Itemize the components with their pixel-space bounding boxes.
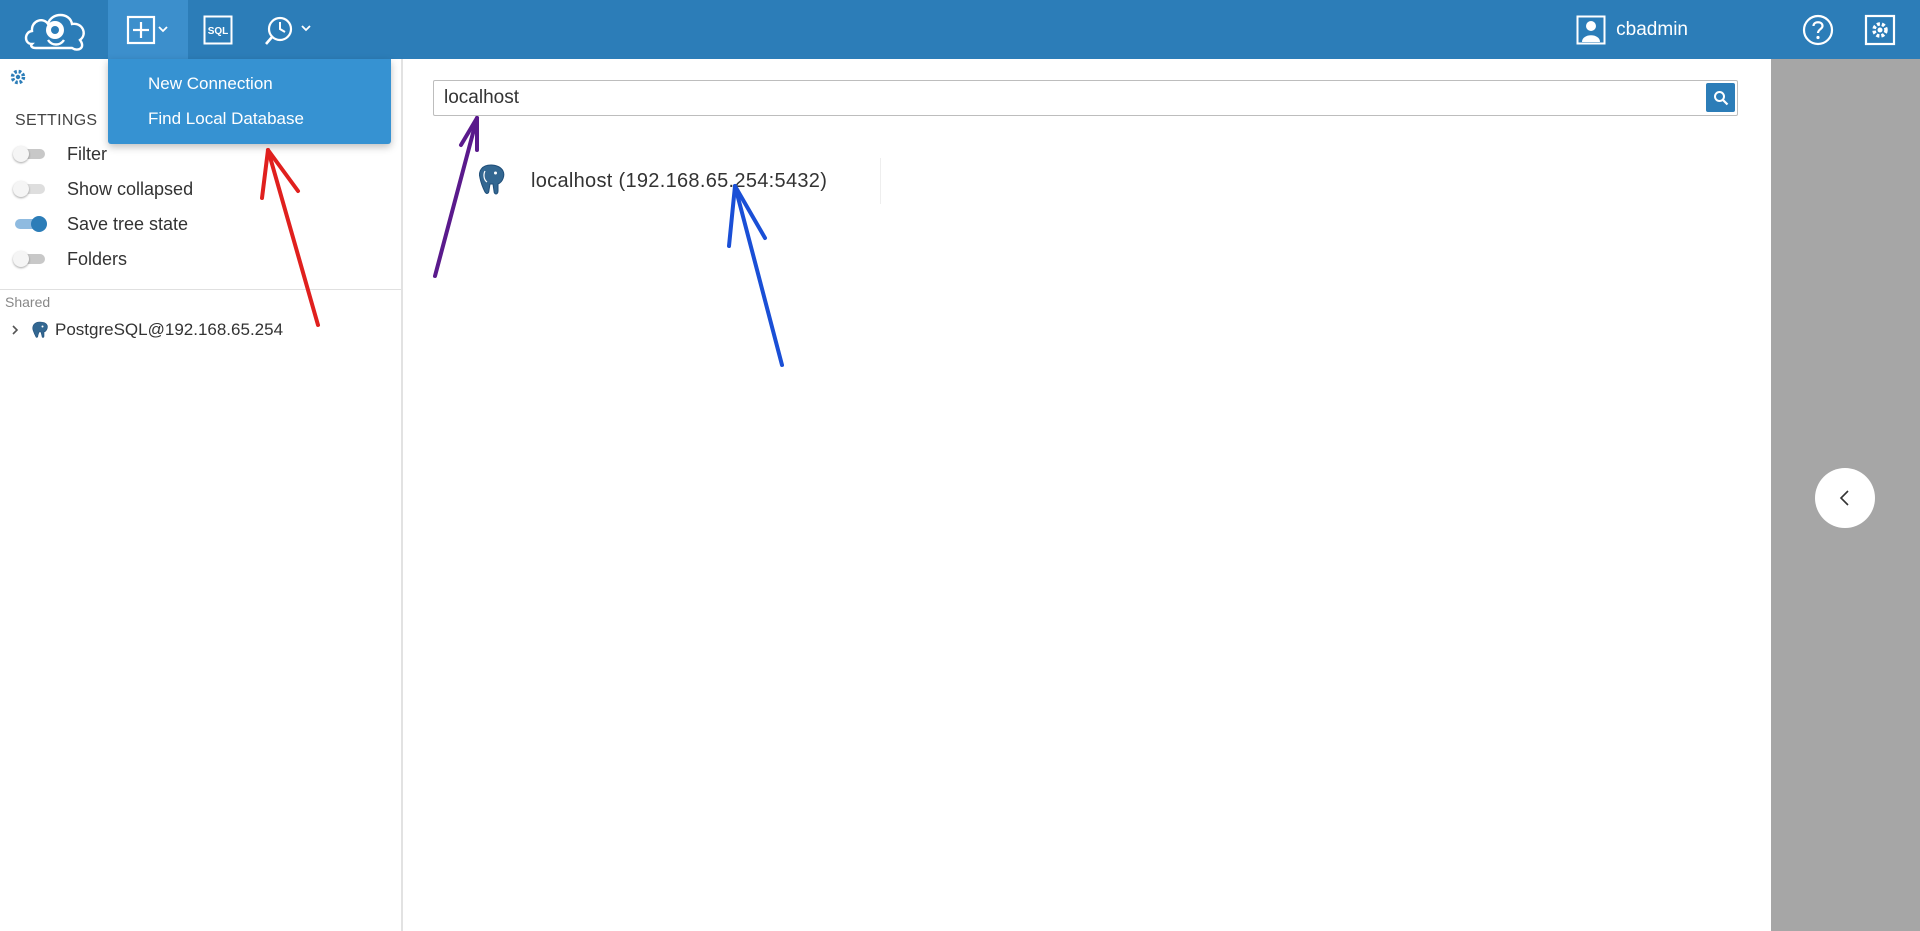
user-name: cbadmin xyxy=(1616,18,1688,40)
chevron-right-icon[interactable] xyxy=(8,323,22,337)
top-bar: SQL cbadmin xyxy=(0,0,1920,59)
side-panel xyxy=(1771,59,1920,931)
setting-label: Save tree state xyxy=(67,213,189,234)
navigator-settings-gear-icon[interactable] xyxy=(8,67,28,87)
postgresql-elephant-icon xyxy=(479,164,505,195)
setting-label: Filter xyxy=(67,143,107,164)
toggle-switch[interactable] xyxy=(13,251,47,267)
postgresql-elephant-icon xyxy=(32,321,48,338)
user-avatar-icon xyxy=(1576,15,1606,44)
find-database-panel: localhost (192.168.65.254:5432) xyxy=(403,59,1812,931)
search-box xyxy=(433,80,1738,116)
chevron-left-icon xyxy=(1839,490,1849,506)
search-input[interactable] xyxy=(434,81,1694,115)
search-button[interactable] xyxy=(1706,83,1735,112)
tools-menu-button[interactable] xyxy=(258,0,322,59)
toggle-switch[interactable] xyxy=(13,216,47,232)
setting-label: Folders xyxy=(67,248,128,269)
new-connection-dropdown-menu: New Connection Find Local Database xyxy=(108,59,391,144)
new-connection-menu-button[interactable] xyxy=(108,0,188,59)
section-label-shared: Shared xyxy=(5,294,51,310)
setting-save-tree-state-toggle[interactable]: Save tree state xyxy=(13,211,188,237)
expand-panel-button[interactable] xyxy=(1815,468,1875,528)
setting-label: Show collapsed xyxy=(67,178,194,199)
svg-text:SQL: SQL xyxy=(208,26,229,37)
sql-editor-button[interactable]: SQL xyxy=(202,0,234,59)
toggle-switch[interactable] xyxy=(13,181,47,197)
setting-filter-toggle[interactable]: Filter xyxy=(13,141,107,167)
setting-folders-toggle[interactable]: Folders xyxy=(13,246,127,272)
user-menu[interactable]: cbadmin xyxy=(1576,0,1688,59)
help-icon xyxy=(1802,14,1834,46)
sql-editor-icon: SQL xyxy=(203,15,233,44)
setting-show-collapsed-toggle[interactable]: Show collapsed xyxy=(13,176,193,202)
tree-node-postgresql[interactable]: PostgreSQL@192.168.65.254 xyxy=(8,319,283,341)
search-result-item[interactable]: localhost (192.168.65.254:5432) xyxy=(475,158,881,204)
divider xyxy=(0,289,401,290)
new-connection-plus-icon xyxy=(126,15,168,44)
help-button[interactable] xyxy=(1800,12,1836,48)
search-result-label: localhost (192.168.65.254:5432) xyxy=(531,169,828,192)
search-icon xyxy=(1713,90,1728,105)
menu-item-new-connection[interactable]: New Connection xyxy=(148,74,273,94)
settings-title: SETTINGS xyxy=(15,112,98,129)
settings-button[interactable] xyxy=(1862,12,1898,48)
menu-item-find-local-database[interactable]: Find Local Database xyxy=(148,109,304,129)
tree-node-label: PostgreSQL@192.168.65.254 xyxy=(55,320,284,339)
cloudbeaver-logo-icon[interactable] xyxy=(22,6,94,54)
tools-icon xyxy=(265,16,311,45)
settings-gear-icon xyxy=(1864,14,1896,46)
toggle-switch[interactable] xyxy=(13,146,47,162)
navigator-panel: SETTINGS Filter Show collapsed Save tree… xyxy=(0,59,403,931)
